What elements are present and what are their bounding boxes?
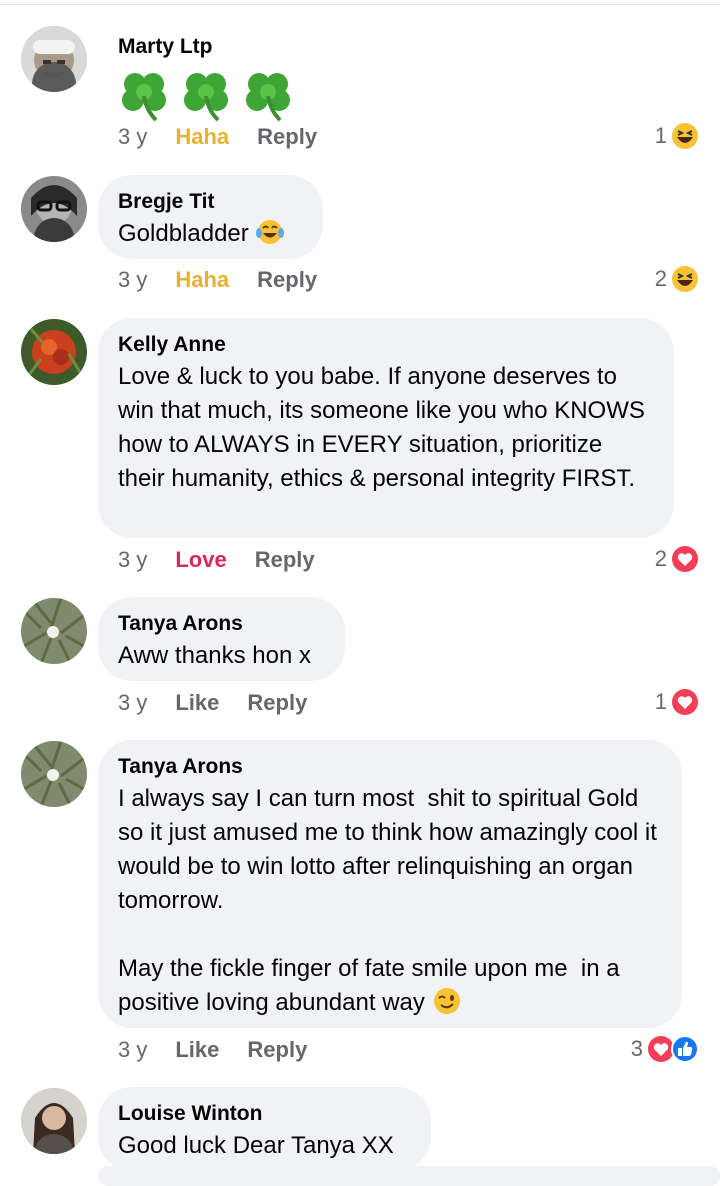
comment-time: 3 y (118, 267, 148, 292)
reaction-button[interactable]: Haha (175, 267, 229, 293)
commenter-name[interactable]: Tanya Arons (118, 752, 662, 782)
comment-text: Goldbladder (118, 220, 249, 247)
comment-time: 3 y (118, 124, 148, 149)
comment-time: 3 y (118, 690, 148, 715)
reply-button[interactable]: Reply (247, 690, 307, 716)
avatar[interactable] (21, 741, 87, 807)
comment-bubble: Bregje Tit Goldbladder (98, 175, 323, 259)
reaction-count: 3 (630, 1036, 643, 1061)
love-icon (671, 545, 699, 573)
reaction-summary[interactable]: 2 (655, 545, 699, 573)
comment-time: 3 y (118, 1037, 148, 1062)
comment-text: Love & luck to you babe. If anyone deser… (118, 363, 652, 492)
like-button[interactable]: Like (175, 1037, 219, 1063)
reply-button[interactable]: Reply (255, 547, 315, 573)
avatar[interactable] (21, 26, 87, 92)
reaction-button[interactable]: Haha (175, 124, 229, 150)
avatar[interactable] (21, 176, 87, 242)
reaction-button[interactable]: Love (175, 547, 226, 573)
like-button[interactable]: Like (175, 690, 219, 716)
reaction-summary[interactable]: 1 (655, 122, 699, 150)
avatar[interactable] (21, 1088, 87, 1154)
next-comment-bubble-edge (98, 1166, 720, 1186)
reaction-count: 1 (654, 123, 667, 148)
haha-icon (671, 122, 699, 150)
avatar[interactable] (21, 598, 87, 664)
avatar[interactable] (21, 319, 87, 385)
comment-text: May the fickle finger of fate smile upon… (118, 955, 627, 1016)
shamrock-icon (184, 73, 228, 122)
reaction-count: 1 (654, 689, 667, 714)
haha-icon (671, 265, 699, 293)
comment-bubble: Tanya Arons Aww thanks hon x (98, 597, 345, 681)
commenter-name[interactable]: Kelly Anne (118, 330, 654, 360)
clover-emojis (118, 68, 294, 122)
comment-time: 3 y (118, 547, 148, 572)
comment-text: Aww thanks hon x (118, 642, 311, 669)
comment-bubble: Tanya Arons I always say I can turn most… (98, 740, 682, 1028)
reply-button[interactable]: Reply (257, 124, 317, 150)
reaction-count: 2 (654, 266, 667, 291)
like-icon (671, 1035, 699, 1063)
shamrock-icon (122, 73, 166, 122)
love-icon (671, 688, 699, 716)
shamrock-icon (246, 73, 290, 122)
comment-text: Good luck Dear Tanya XX (118, 1132, 394, 1159)
comment-bubble: Louise Winton Good luck Dear Tanya XX (98, 1087, 431, 1171)
laughing-tears-emoji-icon (256, 220, 285, 244)
comment-text: I always say I can turn most shit to spi… (118, 785, 664, 914)
winking-face-emoji-icon (433, 988, 460, 1014)
commenter-name[interactable]: Marty Ltp (118, 32, 294, 62)
comment-bubble: Kelly Anne Love & luck to you babe. If a… (98, 318, 674, 538)
reply-button[interactable]: Reply (247, 1037, 307, 1063)
commenter-name[interactable]: Bregje Tit (118, 187, 303, 217)
reaction-summary[interactable]: 1 (655, 688, 699, 716)
commenter-name[interactable]: Louise Winton (118, 1099, 411, 1129)
reply-button[interactable]: Reply (257, 267, 317, 293)
top-divider (0, 4, 720, 5)
reaction-summary[interactable]: 3 (631, 1035, 699, 1063)
commenter-name[interactable]: Tanya Arons (118, 609, 325, 639)
reaction-summary[interactable]: 2 (655, 265, 699, 293)
reaction-count: 2 (654, 546, 667, 571)
